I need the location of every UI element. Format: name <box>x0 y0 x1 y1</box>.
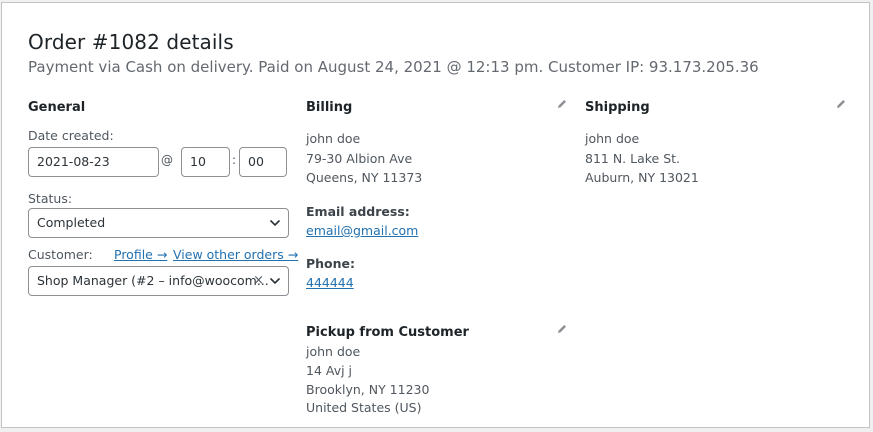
date-created-label: Date created: <box>28 128 114 143</box>
billing-city-line: Queens, NY 11373 <box>306 170 423 185</box>
pickup-country-line: United States (US) <box>306 400 422 415</box>
shipping-address-line: 811 N. Lake St. <box>585 151 681 166</box>
status-selected-value: Completed <box>37 215 106 230</box>
edit-shipping-pencil-icon[interactable] <box>835 98 847 110</box>
email-label: Email address: <box>306 204 410 219</box>
customer-profile-link[interactable]: Profile → <box>114 247 167 262</box>
view-other-orders-link[interactable]: View other orders → <box>173 247 298 262</box>
order-details-panel: Order #1082 details Payment via Cash on … <box>1 2 870 428</box>
pickup-address-line: 14 Avj j <box>306 363 353 378</box>
pickup-heading: Pickup from Customer <box>306 325 469 340</box>
billing-email-link[interactable]: email@gmail.com <box>306 223 418 238</box>
time-colon: : <box>232 153 237 167</box>
shipping-city-line: Auburn, NY 13021 <box>585 170 699 185</box>
billing-address-line: 79-30 Albion Ave <box>306 151 413 166</box>
date-created-input[interactable]: 2021-08-23 <box>28 147 159 177</box>
shipping-name: john doe <box>585 131 640 146</box>
customer-select[interactable]: Shop Manager (#2 – info@woocom... × <box>28 266 289 296</box>
status-label: Status: <box>28 191 73 206</box>
at-symbol: @ <box>161 153 173 167</box>
shipping-heading: Shipping <box>585 100 650 115</box>
edit-pickup-pencil-icon[interactable] <box>556 323 568 335</box>
chevron-down-icon <box>269 277 281 285</box>
status-select[interactable]: Completed <box>28 208 289 238</box>
edit-billing-pencil-icon[interactable] <box>556 98 568 110</box>
payment-summary: Payment via Cash on delivery. Paid on Au… <box>28 58 759 76</box>
billing-heading: Billing <box>306 100 353 115</box>
phone-label: Phone: <box>306 256 356 271</box>
page-title: Order #1082 details <box>28 30 234 54</box>
customer-label: Customer: <box>28 247 93 262</box>
pickup-name: john doe <box>306 344 361 359</box>
chevron-down-icon <box>269 219 281 227</box>
pickup-city-line: Brooklyn, NY 11230 <box>306 382 430 397</box>
billing-name: john doe <box>306 131 361 146</box>
customer-selected-value: Shop Manager (#2 – info@woocom... <box>37 273 269 288</box>
hour-input[interactable]: 10 <box>181 147 230 177</box>
clear-customer-icon[interactable]: × <box>253 267 264 295</box>
minute-input[interactable]: 00 <box>239 147 287 177</box>
billing-phone-link[interactable]: 444444 <box>306 275 354 290</box>
general-heading: General <box>28 100 86 115</box>
